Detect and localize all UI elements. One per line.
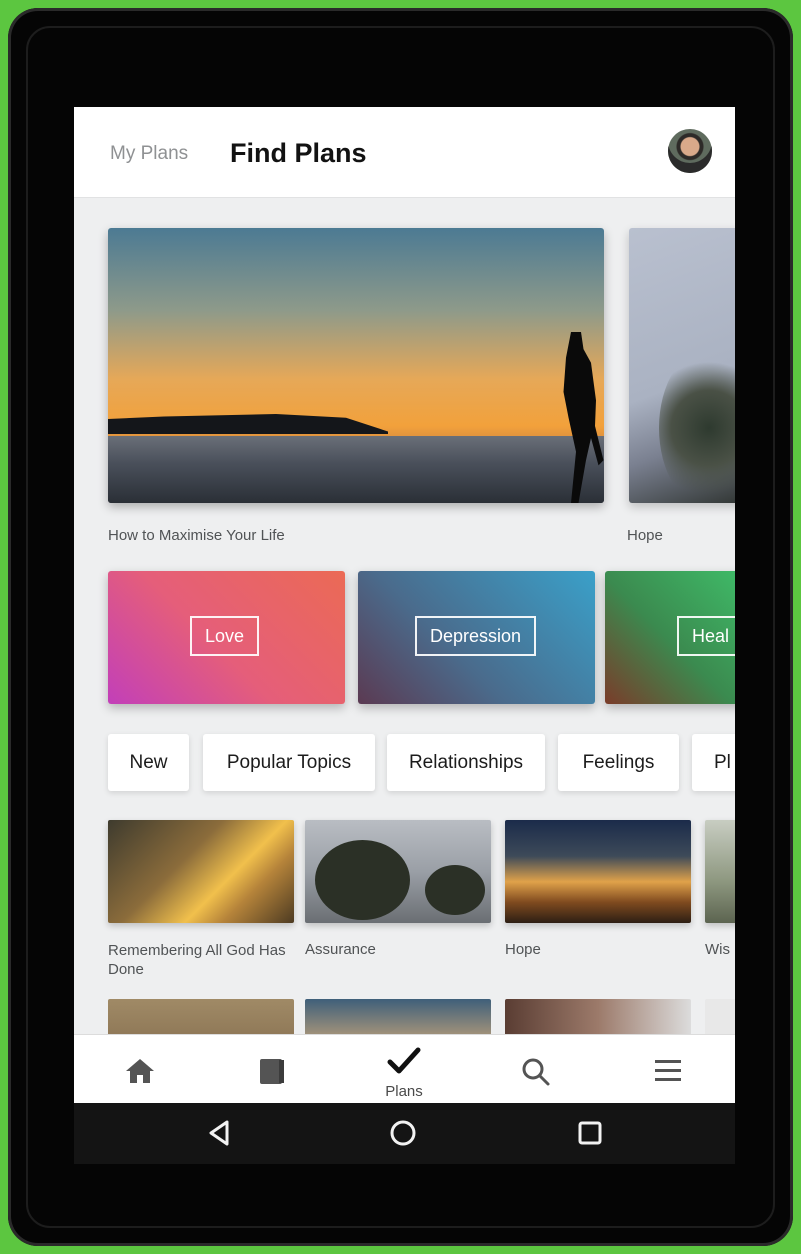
category-pill-relationships[interactable]: Relationships xyxy=(387,734,545,791)
plan-caption[interactable]: Hope xyxy=(505,941,541,958)
plan-thumb-wisdom[interactable] xyxy=(705,820,735,923)
featured-caption[interactable]: Hope xyxy=(627,527,663,544)
featured-card-maximise-life[interactable] xyxy=(108,228,604,503)
nav-menu[interactable] xyxy=(602,1035,734,1104)
topic-card-depression[interactable]: Depression xyxy=(358,571,595,704)
plan-caption[interactable]: Assurance xyxy=(305,941,376,958)
check-icon xyxy=(387,1047,421,1074)
nav-search[interactable] xyxy=(470,1035,602,1104)
topic-card-heal[interactable]: Heal xyxy=(605,571,735,704)
nav-bible[interactable] xyxy=(206,1035,338,1104)
featured-image-blur xyxy=(659,348,735,503)
app-header: My Plans Find Plans xyxy=(74,107,735,198)
system-nav-bar xyxy=(74,1103,735,1164)
bible-icon xyxy=(260,1059,284,1084)
tab-find-plans[interactable]: Find Plans xyxy=(230,138,367,169)
category-pill-popular-topics[interactable]: Popular Topics xyxy=(203,734,375,791)
category-pill-feelings[interactable]: Feelings xyxy=(558,734,679,791)
thumb-tree-shape xyxy=(315,840,410,920)
recents-icon[interactable] xyxy=(575,1118,605,1148)
category-pill-new[interactable]: New xyxy=(108,734,189,791)
plan-caption[interactable]: Wis xyxy=(705,941,730,958)
plan-thumb-remembering[interactable] xyxy=(108,820,294,923)
category-pill-partial[interactable]: Pl xyxy=(692,734,735,791)
plan-thumb-assurance[interactable] xyxy=(305,820,491,923)
featured-caption[interactable]: How to Maximise Your Life xyxy=(108,527,285,544)
app-screen: My Plans Find Plans How to Maximise Your… xyxy=(74,107,735,1164)
home-circle-icon[interactable] xyxy=(388,1118,418,1148)
tab-my-plans[interactable]: My Plans xyxy=(110,143,188,165)
topic-label: Love xyxy=(190,616,260,656)
nav-plans-label: Plans xyxy=(385,1083,423,1100)
plan-caption[interactable]: Remembering All God Has Done xyxy=(108,941,288,979)
back-icon[interactable] xyxy=(205,1118,233,1148)
topic-label: Depression xyxy=(415,616,537,656)
home-icon xyxy=(126,1059,154,1083)
topic-label: Heal xyxy=(677,616,735,656)
featured-card-hope[interactable] xyxy=(629,228,735,503)
menu-icon xyxy=(655,1060,681,1081)
avatar[interactable] xyxy=(668,129,712,173)
plan-thumb-hope[interactable] xyxy=(505,820,691,923)
featured-image-shoreline xyxy=(108,414,388,434)
featured-image-water xyxy=(108,436,604,503)
topic-card-love[interactable]: Love xyxy=(108,571,345,704)
search-icon xyxy=(522,1058,550,1086)
nav-plans[interactable]: Plans xyxy=(338,1035,470,1104)
bottom-nav: Plans xyxy=(74,1034,735,1104)
nav-home[interactable] xyxy=(74,1035,206,1104)
thumb-tree-shape xyxy=(425,865,485,915)
